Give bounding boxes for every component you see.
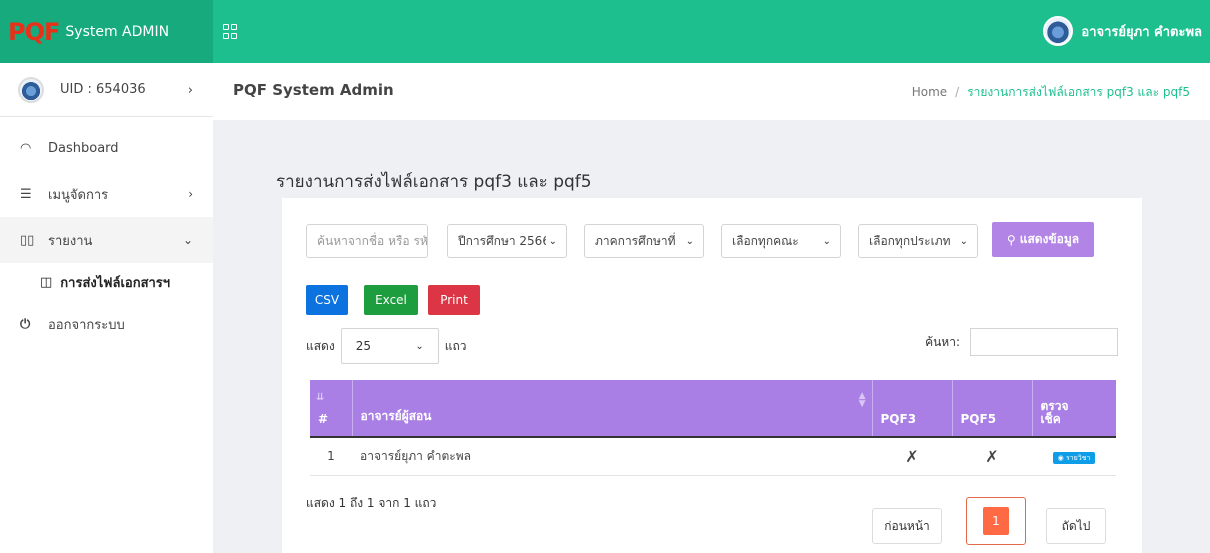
show-data-button[interactable]: ⚲ แสดงข้อมูล — [992, 222, 1094, 257]
chart-icon: ▯▯ — [20, 232, 35, 248]
power-icon: ⏻ — [20, 316, 31, 332]
eye-icon: ◉ — [1057, 453, 1064, 462]
user-menu[interactable]: อาจารย์ยุภา คำตะพล — [1043, 16, 1202, 46]
book-icon: ◫ — [40, 274, 53, 290]
excel-button[interactable]: Excel — [364, 285, 418, 315]
page-length: แสดง 25 ⌄ แถว — [306, 328, 466, 364]
table-row: 1 อาจารย์ยุภา คำตะพล ✗ ✗ ◉ รายวิชา — [310, 437, 1116, 476]
brand[interactable]: PQF System ADMIN — [0, 0, 213, 63]
sidebar-uid: UID : 654036 — [60, 82, 146, 97]
pqf3-status-icon: ✗ — [872, 437, 952, 476]
chevron-down-icon: ⌄ — [685, 235, 694, 247]
sidebar-item-label: เมนูจัดการ — [48, 187, 109, 203]
page-length-value: 25 — [355, 339, 371, 353]
table-search: ค้นหา: — [925, 328, 1118, 356]
sidebar-item-label: รายงาน — [48, 233, 93, 249]
sidebar-item-label: Dashboard — [48, 140, 119, 156]
apps-grid-icon[interactable] — [223, 24, 239, 40]
chevron-right-icon: › — [188, 187, 193, 201]
teacher-name: อาจารย์ยุภา คำตะพล — [352, 437, 872, 476]
page-length-prefix: แสดง — [306, 338, 335, 353]
term-select-value: ภาคการศึกษาที่ — [595, 233, 676, 248]
year-select-value: ปีการศึกษา 2566 — [458, 233, 546, 248]
column-header-teacher[interactable]: อาจารย์ผู้สอน ▲ ▼ — [352, 380, 873, 438]
column-header-pqf3[interactable]: PQF3 — [872, 380, 953, 438]
view-course-button[interactable]: ◉ รายวิชา — [1052, 451, 1096, 464]
chevron-down-icon: ⌄ — [822, 235, 831, 247]
breadcrumb-separator: / — [955, 85, 960, 99]
sidebar-avatar — [18, 76, 44, 103]
sidebar-subitem-label: การส่งไฟล์เอกสารฯ — [60, 275, 171, 291]
page-length-select[interactable]: 25 ⌄ — [340, 328, 439, 364]
brand-logo: PQF — [8, 17, 60, 46]
top-navbar: PQF System ADMIN อาจารย์ยุภา คำตะพล — [0, 0, 1210, 63]
sidebar-subitem-file-report[interactable]: ◫ การส่งไฟล์เอกสารฯ — [0, 263, 213, 301]
year-select[interactable]: ปีการศึกษา 2566 ⌄ — [447, 224, 567, 258]
list-icon: ☰ — [20, 186, 32, 202]
chevron-down-icon: ⌄ — [182, 233, 193, 247]
report-heading: รายงานการส่งไฟล์เอกสาร pqf3 และ pqf5 — [276, 172, 592, 192]
breadcrumb: Home / รายงานการส่งไฟล์เอกสาร pqf3 และ pqf… — [912, 83, 1190, 102]
chevron-down-icon: ⌄ — [959, 235, 968, 247]
table-search-label: ค้นหา: — [925, 334, 960, 349]
term-select[interactable]: ภาคการศึกษาที่ ⌄ — [584, 224, 704, 258]
user-name: อาจารย์ยุภา คำตะพล — [1081, 24, 1202, 40]
avatar — [1043, 16, 1074, 46]
chevron-down-icon: ⌄ — [548, 235, 557, 247]
show-data-label: แสดงข้อมูล — [1019, 232, 1080, 246]
pagination-prev-button[interactable]: ก่อนหน้า — [872, 508, 942, 544]
pagination-next-button[interactable]: ถัดไป — [1046, 508, 1106, 544]
column-header-pqf5[interactable]: PQF5 — [952, 380, 1033, 438]
pagination-current[interactable]: 1 — [966, 497, 1026, 545]
breadcrumb-home[interactable]: Home — [912, 85, 947, 99]
pagination-page-1: 1 — [983, 507, 1009, 535]
column-header-no[interactable]: ⇊ # — [310, 380, 353, 438]
report-table: ⇊ # อาจารย์ผู้สอน ▲ ▼ PQF3 PQF5 ตรวจ เช็ค 1… — [310, 380, 1116, 476]
pqf5-status-icon: ✗ — [952, 437, 1032, 476]
table-search-input[interactable] — [970, 328, 1118, 356]
row-number: 1 — [310, 437, 352, 476]
sort-icon: ▲ ▼ — [858, 391, 866, 409]
table-info: แสดง 1 ถึง 1 จาก 1 แถว — [306, 496, 437, 510]
chevron-down-icon: ⌄ — [415, 340, 424, 352]
page-length-suffix: แถว — [444, 338, 467, 353]
breadcrumb-current: รายงานการส่งไฟล์เอกสาร pqf3 และ pqf5 — [967, 85, 1190, 99]
column-header-check[interactable]: ตรวจ เช็ค — [1032, 380, 1116, 438]
sidebar-item-manage[interactable]: ☰ เมนูจัดการ › — [0, 171, 213, 217]
csv-button[interactable]: CSV — [306, 285, 348, 315]
brand-title: System ADMIN — [65, 23, 170, 40]
faculty-select-value: เลือกทุกคณะ — [732, 233, 799, 248]
sidebar-item-label: ออกจากระบบ — [48, 317, 125, 333]
sidebar: UID : 654036 › ◠ Dashboard ☰ เมนูจัดการ … — [0, 63, 213, 553]
search-input[interactable]: ค้นหาจากชื่อ หรือ รหัส — [306, 224, 428, 258]
faculty-select[interactable]: เลือกทุกคณะ ⌄ — [721, 224, 841, 258]
print-button[interactable]: Print — [428, 285, 480, 315]
chevron-right-icon: › — [187, 83, 193, 98]
sidebar-item-report[interactable]: ▯▯ รายงาน ⌄ — [0, 217, 213, 263]
sidebar-user[interactable]: UID : 654036 › — [0, 63, 213, 117]
dashboard-icon: ◠ — [20, 140, 32, 156]
sort-icon: ⇊ — [316, 392, 325, 403]
page-title: PQF System Admin — [233, 81, 394, 99]
type-select[interactable]: เลือกทุกประเภท ⌄ — [858, 224, 978, 258]
sidebar-item-logout[interactable]: ⏻ ออกจากระบบ — [0, 301, 213, 347]
sidebar-item-dashboard[interactable]: ◠ Dashboard — [0, 125, 213, 171]
report-card: ค้นหาจากชื่อ หรือ รหัส ปีการศึกษา 2566 ⌄… — [282, 198, 1142, 553]
content-header: PQF System Admin Home / รายงานการส่งไฟล์เอ… — [213, 63, 1210, 120]
type-select-value: เลือกทุกประเภท — [869, 233, 951, 248]
search-icon: ⚲ — [1006, 232, 1016, 247]
